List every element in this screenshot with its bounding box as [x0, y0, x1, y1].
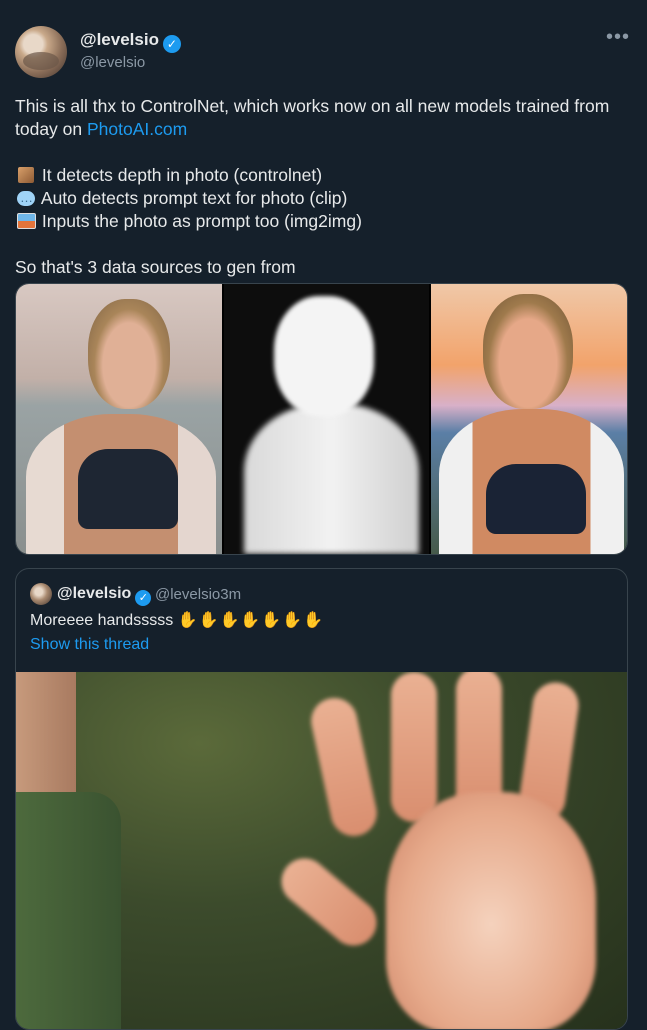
quoted-tweet[interactable]: @levelsio ✓ @levelsio3m Moreeee handsssss…	[15, 568, 628, 1030]
quoted-handle-time: @levelsio3m	[155, 586, 242, 603]
bullet-depth-text: It detects depth in photo (controlnet)	[41, 165, 323, 185]
quoted-avatar[interactable]	[30, 583, 52, 605]
quoted-text: Moreeee handsssss ✋✋✋✋✋✋✋	[30, 610, 324, 630]
author-handle[interactable]: @levelsio	[80, 54, 145, 71]
more-options-icon[interactable]: •••	[606, 26, 630, 49]
media-grid	[15, 283, 628, 555]
show-thread-link[interactable]: Show this thread	[30, 636, 149, 654]
verified-badge-icon: ✓	[162, 35, 181, 53]
bullet-img2img: Inputs the photo as prompt too (img2img)	[15, 210, 630, 233]
author-display-name[interactable]: @levelsio ✓	[80, 30, 181, 53]
tweet-closing-line: So that's 3 data sources to gen from	[15, 257, 296, 277]
quoted-display-name[interactable]: @levelsio ✓	[57, 585, 152, 606]
bullet-clip: Auto detects prompt text for photo (clip…	[15, 186, 630, 210]
depth-map-photo[interactable]	[224, 284, 429, 554]
bullet-img2img-text: Inputs the photo as prompt too (img2img)	[41, 211, 362, 231]
speech-bubble-emoji-icon	[15, 186, 37, 210]
tweet-intro-line: This is all thx to ControlNet, which wor…	[15, 95, 630, 141]
author-name-text: @levelsio	[80, 30, 159, 49]
generated-photo[interactable]	[431, 284, 627, 554]
bullet-clip-text: Auto detects prompt text for photo (clip…	[40, 188, 348, 208]
box-emoji-icon	[15, 164, 37, 187]
profile-avatar[interactable]	[15, 26, 67, 78]
framed-picture-emoji-icon	[15, 210, 37, 233]
raised-hands-emoji: ✋✋✋✋✋✋✋	[177, 612, 325, 629]
photoai-link[interactable]: PhotoAI.com	[87, 119, 187, 139]
quoted-photo[interactable]	[16, 672, 627, 1029]
quoted-name-text: @levelsio	[57, 585, 132, 602]
bullet-depth: It detects depth in photo (controlnet)	[15, 164, 630, 187]
original-photo[interactable]	[16, 284, 222, 554]
verified-badge-icon: ✓	[135, 590, 152, 606]
tweet-text: This is all thx to ControlNet, which wor…	[15, 95, 630, 279]
quoted-text-body: Moreeee handsssss	[30, 612, 178, 629]
